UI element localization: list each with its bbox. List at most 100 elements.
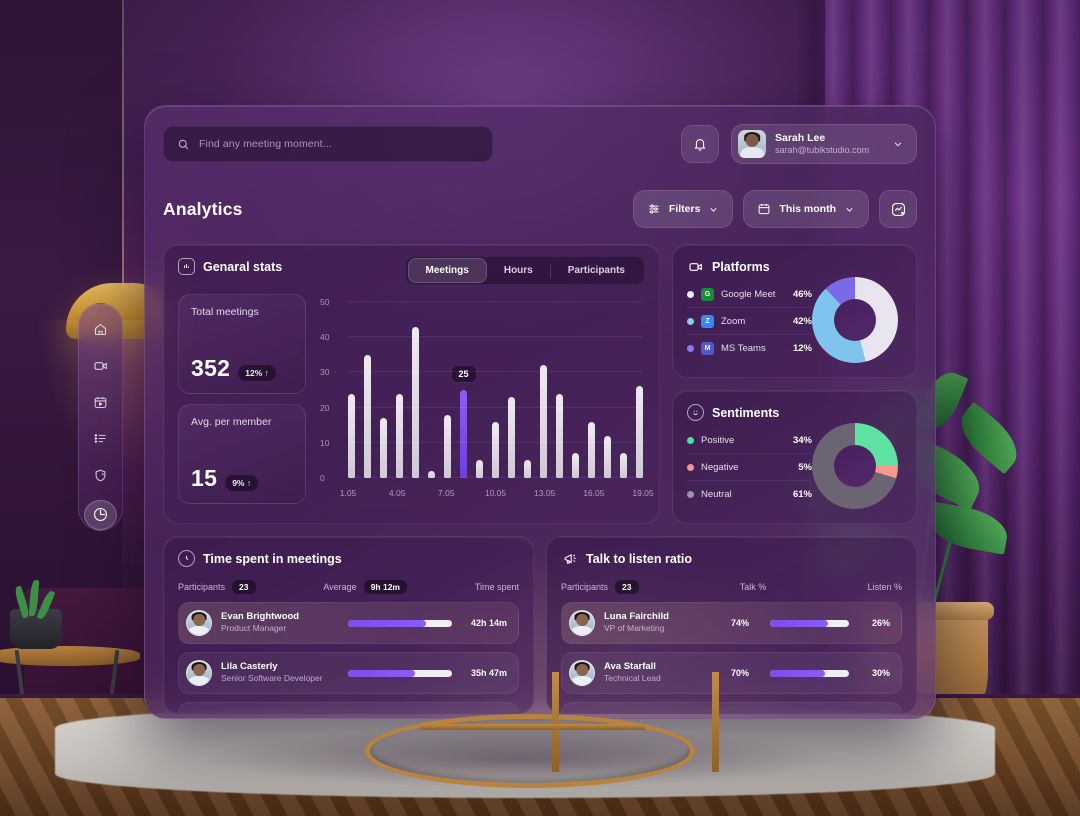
legend-dot [687,290,694,298]
legend-label: Positive [701,434,735,446]
table-row[interactable]: Ava Starfall Technical Lead 70% 30% [561,652,902,694]
legend-row[interactable]: Neutral 61% [687,481,812,508]
chart-y-tick: 10 [320,437,330,448]
sidebar-item-insights[interactable] [86,461,116,488]
chevron-down-icon[interactable] [892,138,904,150]
chart-bar[interactable] [572,453,579,478]
shield-sparkle-icon [95,469,106,481]
legend-row[interactable]: Z Zoom 42% [687,308,812,335]
calendar-icon [759,203,770,215]
chevron-down-icon [710,207,717,212]
chart-x-tick: 1.05 [339,488,357,498]
time-spent-card: Time spent in meetings Participants 23 A… [163,536,534,714]
chart-gridline [348,441,643,443]
user-profile-button[interactable]: Sarah Lee sarah@tubikstudio.com [731,124,917,164]
legend-row[interactable]: Negative 5% [687,454,812,481]
person-name: Luna Fairchild [604,611,669,623]
progress-bar [348,619,452,627]
chart-x-tick: 4.05 [388,488,406,498]
avatar [186,610,212,636]
progress-fill [348,669,415,677]
chart-bar[interactable] [492,421,499,478]
chart-bar[interactable] [412,326,419,478]
time-spent-label: Time spent [474,582,519,592]
megaphone-icon [561,550,578,567]
legend-label: Zoom [721,315,746,327]
table-row-partial[interactable] [561,702,902,713]
general-stats-body: Total meetings 352 12% ↑ Avg. per member… [178,294,654,506]
chart-bar[interactable] [380,418,387,478]
video-camera-icon [93,362,107,370]
user-email: sarah@tubikstudio.com [775,144,870,155]
stat-delta-badge: 9% ↑ [225,475,259,491]
tab-participants[interactable]: Participants [551,258,642,283]
chart-tooltip: 25 [450,365,477,383]
legend-row[interactable]: G Google Meet 46% [687,281,812,308]
progress-bar [770,619,849,627]
period-button[interactable]: This month [743,190,869,228]
zoom-icon: Z [701,314,714,328]
legend-value: 42% [792,315,812,327]
chart-y-tick: 0 [320,473,325,483]
sidebar-item-recordings[interactable] [86,389,116,416]
sidebar-item-analytics[interactable] [84,499,117,530]
sidebar-item-meetings[interactable] [86,352,116,379]
chart-bar[interactable] [476,460,483,478]
progress-fill [348,619,426,627]
tab-hours[interactable]: Hours [487,258,550,283]
title-row: Analytics Filters This month [163,190,917,228]
table-row[interactable]: Luna Fairchild VP of Marketing 74% 26% [561,602,902,644]
platforms-title: Platforms [712,259,770,274]
chart-bar[interactable] [636,386,643,478]
tab-meetings[interactable]: Meetings [407,258,487,283]
stat-delta-badge: 12% ↑ [238,365,276,381]
export-report-button[interactable] [879,190,917,228]
row-general-and-donuts: Genaral stats Meetings Hours Participant… [163,244,917,524]
notifications-button[interactable] [681,125,719,163]
chart-bar[interactable] [364,354,371,478]
filters-button[interactable]: Filters [632,190,734,228]
bar-chart-icon [178,258,195,275]
chart-bar[interactable] [444,414,451,478]
sidebar-item-home[interactable] [86,316,116,343]
chart-bar-highlighted[interactable]: 25 [450,365,477,478]
clock-pie-icon [93,508,108,522]
sidebar-item-tasks[interactable] [86,425,116,452]
platforms-card: Platforms G Google Meet 46% Z Zoom 42% M MS Tea… [672,244,917,378]
sentiments-title: Sentiments [712,405,780,420]
side-table [0,646,140,666]
table-row[interactable]: Lila Casterly Senior Software Developer … [178,652,519,694]
stat-total-meetings[interactable]: Total meetings 352 12% ↑ [178,294,306,394]
period-label: This month [779,203,836,215]
time-value: 35h 47m [470,668,507,678]
progress-bar [770,669,849,677]
general-stats-title: Genaral stats [203,259,283,274]
legend-value: 12% [792,343,812,354]
participants-count: 23 [232,580,256,594]
chart-x-axis: 1.05 4.05 7.05 10.05 13.05 16.05 19.05 [340,488,654,500]
mini-plant-pot [10,609,62,649]
metric-tabs: Meetings Hours Participants [404,256,645,285]
legend-row[interactable]: Positive 34% [687,427,812,454]
legend-dot [687,317,694,325]
chart-bar[interactable] [524,460,531,478]
chart-bar[interactable] [588,421,595,478]
chart-x-tick: 7.05 [438,488,455,498]
chart-bar[interactable] [508,397,515,478]
google-meet-icon: G [701,287,714,301]
chart-bar[interactable] [540,365,547,478]
report-chart-icon [891,202,905,216]
search-input[interactable]: Find any meeting moment... [163,126,493,162]
time-spent-title: Time spent in meetings [203,551,342,566]
legend-label: MS Teams [721,343,766,354]
search-placeholder: Find any meeting moment... [199,138,332,150]
chart-bar[interactable] [620,453,627,478]
talk-listen-title: Talk to listen ratio [586,551,693,566]
dashboard-panel: Find any meeting moment... Sarah Lee sar… [144,105,936,719]
legend-row[interactable]: M MS Teams 12% [687,335,812,362]
progress-fill [770,669,826,677]
table-row[interactable]: Evan Brightwood Product Manager 42h 14m [178,602,519,644]
table-row-partial[interactable] [178,702,519,713]
list-icon [94,434,106,444]
stat-avg-per-member[interactable]: Avg. per member 15 9% ↑ [178,404,306,504]
